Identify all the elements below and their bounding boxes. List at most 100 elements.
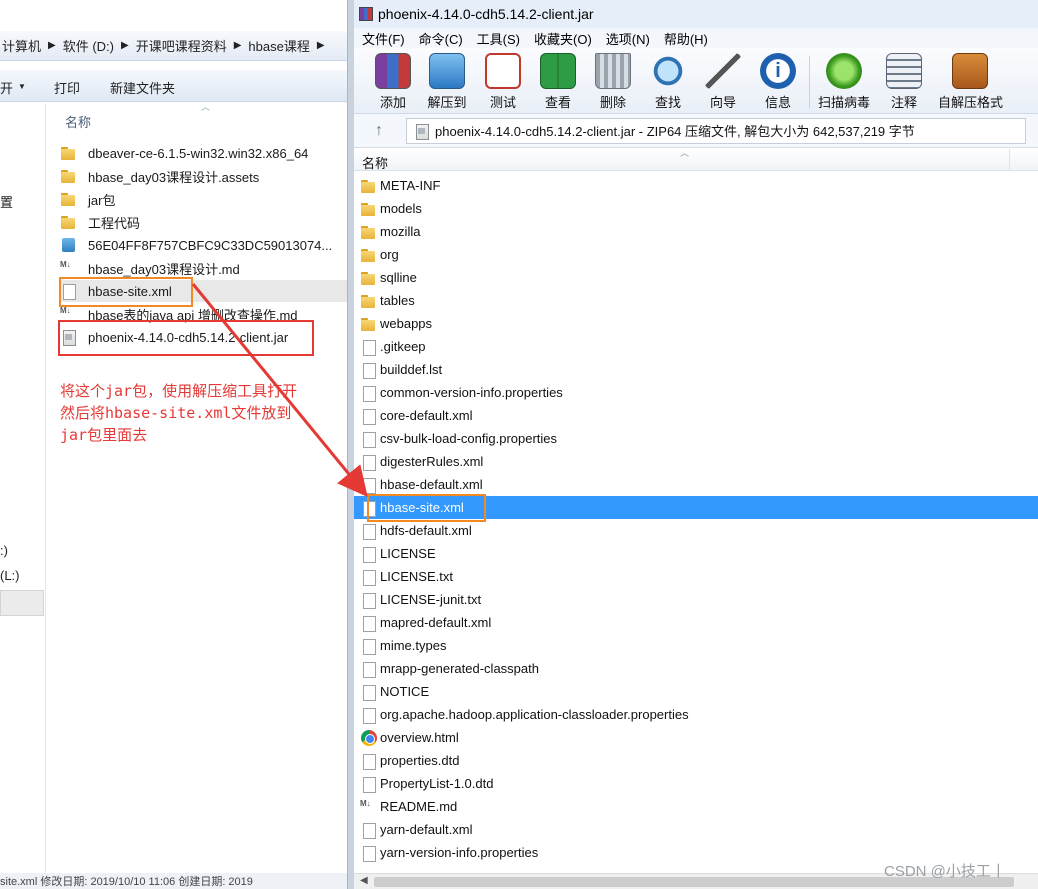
list-item[interactable]: 工程代码 xyxy=(60,211,347,233)
delete-button[interactable]: 删除 xyxy=(584,53,642,111)
entry-name: META-INF xyxy=(380,178,441,193)
add-button[interactable]: 添加 xyxy=(364,53,422,111)
file-name: hbase_day03课程设计.assets xyxy=(88,169,260,185)
menu-help[interactable]: 帮助(H) xyxy=(664,29,708,48)
list-item[interactable]: 56E04FF8F757CBFC9C33DC59013074... xyxy=(60,234,347,256)
folder-icon xyxy=(60,168,78,184)
breadcrumb-drive[interactable]: 软件 (D:) xyxy=(61,36,116,55)
list-item[interactable]: NOTICE xyxy=(354,680,1038,703)
list-item[interactable]: digesterRules.xml xyxy=(354,450,1038,473)
test-icon xyxy=(485,53,521,89)
add-archive-icon xyxy=(375,53,411,89)
list-item[interactable]: LICENSE xyxy=(354,542,1038,565)
toolbar-label: 测试 xyxy=(489,95,516,110)
breadcrumb-course-folder[interactable]: 开课吧课程资料 xyxy=(134,36,229,55)
list-item[interactable]: META-INF xyxy=(354,174,1038,197)
chevron-right-icon[interactable]: ▶ xyxy=(312,40,330,51)
menu-file[interactable]: 文件(F) xyxy=(362,29,405,48)
view-button[interactable]: 查看 xyxy=(529,53,587,111)
list-item[interactable]: overview.html xyxy=(354,726,1038,749)
wizard-button[interactable]: 向导 xyxy=(694,53,752,111)
menu-tools[interactable]: 工具(S) xyxy=(477,29,520,48)
column-divider[interactable] xyxy=(1009,149,1010,171)
list-item[interactable]: core-default.xml xyxy=(354,404,1038,427)
list-item[interactable]: mrapp-generated-classpath xyxy=(354,657,1038,680)
list-header: ︿ 名称 xyxy=(354,148,1038,172)
list-item[interactable]: hbase-default.xml xyxy=(354,473,1038,496)
list-item[interactable]: dbeaver-ce-6.1.5-win32.win32.x86_64 xyxy=(60,142,347,164)
list-item[interactable]: .gitkeep xyxy=(354,335,1038,358)
find-button[interactable]: 查找 xyxy=(639,53,697,111)
list-item[interactable]: PropertyList-1.0.dtd xyxy=(354,772,1038,795)
column-header-name[interactable]: 名称 xyxy=(362,153,388,172)
list-item[interactable]: mozilla xyxy=(354,220,1038,243)
menu-commands[interactable]: 命令(C) xyxy=(419,29,463,48)
list-item[interactable]: LICENSE-junit.txt xyxy=(354,588,1038,611)
file-icon xyxy=(360,638,378,655)
info-button[interactable]: i 信息 xyxy=(749,53,807,111)
nav-item-settings[interactable]: 置 xyxy=(0,192,13,211)
entry-name: org.apache.hadoop.application-classloade… xyxy=(380,707,689,722)
file-icon xyxy=(360,546,378,563)
chevron-down-icon[interactable]: ▼ xyxy=(18,82,26,91)
chevron-right-icon[interactable]: ▶ xyxy=(43,40,61,51)
new-folder-command[interactable]: 新建文件夹 xyxy=(110,78,175,97)
folder-icon xyxy=(60,214,78,230)
comment-button[interactable]: 注释 xyxy=(875,53,933,111)
list-item[interactable]: tables xyxy=(354,289,1038,312)
window-title: phoenix-4.14.0-cdh5.14.2-client.jar xyxy=(378,6,594,22)
list-item[interactable]: webapps xyxy=(354,312,1038,335)
nav-selected-item[interactable] xyxy=(0,590,44,616)
print-command[interactable]: 打印 xyxy=(54,78,80,97)
sfx-button[interactable]: 自解压格式 xyxy=(938,53,1003,111)
virus-scan-button[interactable]: 扫描病毒 xyxy=(815,53,873,111)
entry-name: yarn-default.xml xyxy=(380,822,473,837)
highlight-box-target-xml xyxy=(367,494,486,522)
file-icon xyxy=(360,776,378,793)
list-item[interactable]: org.apache.hadoop.application-classloade… xyxy=(354,703,1038,726)
address-bar[interactable]: 计算机 ▶ 软件 (D:) ▶ 开课吧课程资料 ▶ hbase课程 ▶ xyxy=(0,31,347,61)
extract-to-button[interactable]: 解压到 xyxy=(418,53,476,111)
entry-name: mime.types xyxy=(380,638,447,653)
list-item[interactable]: hdfs-default.xml xyxy=(354,519,1038,542)
list-item[interactable]: hbase_day03课程设计.assets xyxy=(60,165,347,187)
nav-item-drive-l[interactable]: (L:) xyxy=(0,568,20,583)
list-item[interactable]: builddef.lst xyxy=(354,358,1038,381)
breadcrumb-hbase-folder[interactable]: hbase课程 xyxy=(246,36,311,55)
breadcrumb-computer[interactable]: 计算机 xyxy=(0,36,43,55)
column-header-name[interactable]: 名称 xyxy=(65,112,91,131)
list-item[interactable]: hbase_day03课程设计.md xyxy=(60,257,347,279)
entry-name: LICENSE.txt xyxy=(380,569,453,584)
list-item[interactable]: LICENSE.txt xyxy=(354,565,1038,588)
list-item[interactable]: common-version-info.properties xyxy=(354,381,1038,404)
menu-options[interactable]: 选项(N) xyxy=(606,29,650,48)
list-item[interactable]: mapred-default.xml xyxy=(354,611,1038,634)
list-item[interactable]: sqlline xyxy=(354,266,1038,289)
list-item[interactable]: jar包 xyxy=(60,188,347,210)
list-item[interactable]: csv-bulk-load-config.properties xyxy=(354,427,1038,450)
file-list: ︿ 名称 dbeaver-ce-6.1.5-win32.win32.x86_64… xyxy=(47,102,347,873)
folder-icon xyxy=(60,145,78,161)
list-item[interactable]: yarn-default.xml xyxy=(354,818,1038,841)
winrar-window: phoenix-4.14.0-cdh5.14.2-client.jar 文件(F… xyxy=(354,0,1038,889)
folder-icon xyxy=(360,247,378,263)
list-item[interactable]: org xyxy=(354,243,1038,266)
list-item[interactable]: README.md xyxy=(354,795,1038,818)
up-arrow-icon[interactable]: ↑ xyxy=(368,122,390,140)
toolbar-separator xyxy=(809,56,810,108)
chevron-right-icon[interactable]: ▶ xyxy=(229,40,247,51)
archive-path-field[interactable]: phoenix-4.14.0-cdh5.14.2-client.jar - ZI… xyxy=(406,117,1026,144)
chevron-right-icon[interactable]: ▶ xyxy=(116,40,134,51)
scroll-left-icon[interactable]: ◀ xyxy=(360,875,368,886)
list-item[interactable]: mime.types xyxy=(354,634,1038,657)
nav-item-drive[interactable]: :) xyxy=(0,543,8,558)
command-bar: 开 ▼ 打印 新建文件夹 xyxy=(0,70,347,102)
folder-icon xyxy=(360,201,378,217)
open-command[interactable]: 开 xyxy=(0,78,13,97)
list-item[interactable]: models xyxy=(354,197,1038,220)
list-item[interactable]: properties.dtd xyxy=(354,749,1038,772)
entry-name: models xyxy=(380,201,422,216)
file-icon xyxy=(360,523,378,540)
menu-favorites[interactable]: 收藏夹(O) xyxy=(534,29,592,48)
test-button[interactable]: 测试 xyxy=(474,53,532,111)
